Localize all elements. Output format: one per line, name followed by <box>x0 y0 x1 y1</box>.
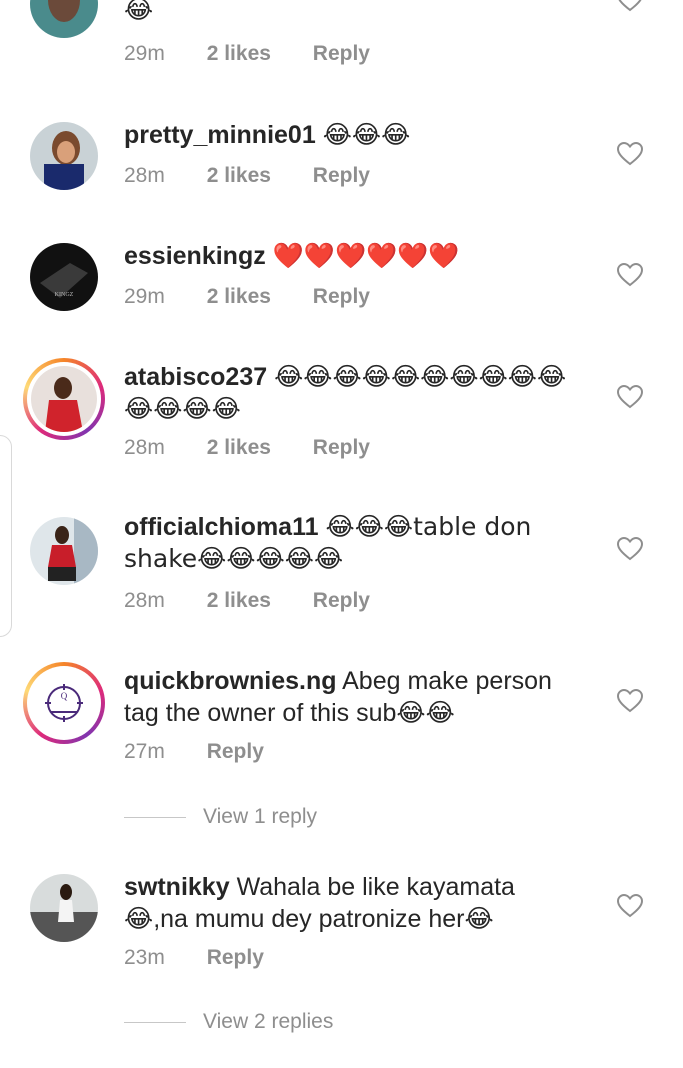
comment-text: essienkingz ❤️❤️❤️❤️❤️❤️ <box>124 240 584 272</box>
avatar[interactable] <box>30 122 98 190</box>
heart-outline-icon[interactable] <box>617 0 643 12</box>
comment-time: 28m <box>124 436 165 459</box>
comment-text: 😂 <box>124 0 584 26</box>
comment-username[interactable]: pretty_minnie01 <box>124 121 316 149</box>
comment-time: 29m <box>124 42 165 65</box>
likes-count[interactable]: 2 likes <box>207 42 271 65</box>
likes-count[interactable]: 2 likes <box>207 285 271 308</box>
heart-outline-icon[interactable] <box>617 894 643 918</box>
svg-text:KINGZ: KINGZ <box>55 292 74 298</box>
comment-text: atabisco237 😂😂😂😂😂😂😂😂😂😂😂😂😂😂 <box>124 361 584 425</box>
avatar[interactable] <box>30 517 98 585</box>
comment-meta: 28m 2 likes Reply <box>124 589 406 613</box>
comment-body: ❤️❤️❤️❤️❤️❤️ <box>272 241 460 270</box>
reply-button[interactable]: Reply <box>207 740 264 763</box>
heart-outline-icon[interactable] <box>617 142 643 166</box>
side-panel-edge <box>0 435 12 637</box>
comment-meta: 28m 2 likes Reply <box>124 164 406 188</box>
comment-meta: 23m Reply <box>124 946 300 970</box>
comment-text: pretty_minnie01 😂😂😂 <box>124 119 584 151</box>
reply-button[interactable]: Reply <box>313 285 370 308</box>
comment-username[interactable]: quickbrownies.ng <box>124 667 337 695</box>
avatar-story-ring[interactable]: Q <box>23 662 105 744</box>
reply-button[interactable]: Reply <box>313 42 370 65</box>
heart-outline-icon[interactable] <box>617 537 643 561</box>
comment-time: 27m <box>124 740 165 763</box>
heart-outline-icon[interactable] <box>617 689 643 713</box>
likes-count[interactable]: 2 likes <box>207 589 271 612</box>
heart-outline-icon[interactable] <box>617 385 643 409</box>
avatar[interactable] <box>30 874 98 942</box>
comment-time: 23m <box>124 946 165 969</box>
comment-text: swtnikky Wahala be like kayamata 😂,na mu… <box>124 871 584 935</box>
likes-count[interactable]: 2 likes <box>207 164 271 187</box>
comment-text: officialchioma11 😂😂😂table don shake😂😂😂😂😂 <box>124 511 584 575</box>
comment-text: quickbrownies.ng Abeg make person tag th… <box>124 665 584 729</box>
comment-username[interactable]: atabisco237 <box>124 363 267 391</box>
comment-meta: 28m 2 likes Reply <box>124 436 406 460</box>
comment-time: 29m <box>124 285 165 308</box>
view-replies-divider <box>124 1022 186 1023</box>
svg-text:Q: Q <box>61 691 68 701</box>
reply-button[interactable]: Reply <box>207 946 264 969</box>
reply-button[interactable]: Reply <box>313 436 370 459</box>
comment-body: 😂😂😂 <box>322 120 411 149</box>
avatar-story-ring[interactable] <box>23 358 105 440</box>
likes-count[interactable]: 2 likes <box>207 436 271 459</box>
comment-meta: 27m Reply <box>124 740 300 764</box>
reply-button[interactable]: Reply <box>313 589 370 612</box>
reply-button[interactable]: Reply <box>313 164 370 187</box>
view-replies-link[interactable]: View 1 reply <box>203 805 317 829</box>
avatar[interactable] <box>30 0 98 38</box>
comment-meta: 29m 2 likes Reply <box>124 42 406 66</box>
view-replies-link[interactable]: View 2 replies <box>203 1010 333 1034</box>
comment-username[interactable]: officialchioma11 <box>124 513 319 541</box>
view-replies-divider <box>124 817 186 818</box>
comment-meta: 29m 2 likes Reply <box>124 285 406 309</box>
comment-time: 28m <box>124 589 165 612</box>
comment-username[interactable]: essienkingz <box>124 242 266 270</box>
comment-username[interactable]: swtnikky <box>124 873 230 901</box>
heart-outline-icon[interactable] <box>617 263 643 287</box>
comment-time: 28m <box>124 164 165 187</box>
comment-body: 😂 <box>124 0 154 24</box>
avatar[interactable]: KINGZ <box>30 243 98 311</box>
